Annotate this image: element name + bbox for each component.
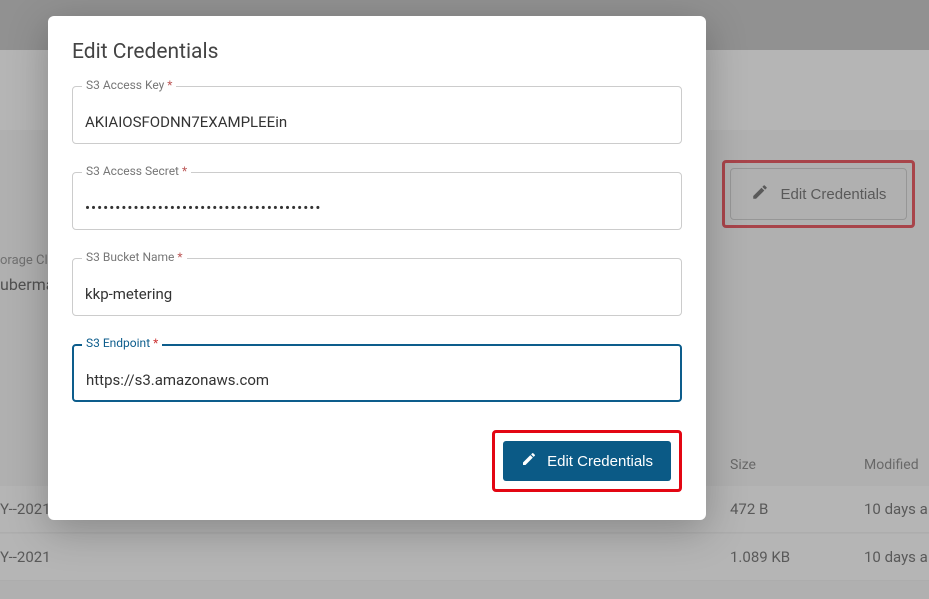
field-s3-bucket-name: S3 Bucket Name *: [72, 258, 682, 316]
label-s3-endpoint: S3 Endpoint *: [82, 336, 162, 350]
s3-access-secret-input[interactable]: [72, 172, 682, 230]
s3-bucket-name-input[interactable]: [72, 258, 682, 316]
field-s3-access-key: S3 Access Key *: [72, 86, 682, 144]
modal-title: Edit Credentials: [72, 40, 682, 64]
label-s3-access-secret: S3 Access Secret *: [82, 164, 191, 178]
submit-highlight: Edit Credentials: [492, 430, 682, 492]
s3-endpoint-input[interactable]: [72, 344, 682, 402]
edit-credentials-modal: Edit Credentials S3 Access Key * S3 Acce…: [48, 16, 706, 520]
modal-actions: Edit Credentials: [72, 430, 682, 492]
submit-edit-credentials-button[interactable]: Edit Credentials: [503, 441, 671, 481]
pencil-icon: [521, 451, 537, 471]
label-s3-bucket-name: S3 Bucket Name *: [82, 250, 187, 264]
submit-button-label: Edit Credentials: [547, 453, 653, 470]
label-s3-access-key: S3 Access Key *: [82, 78, 176, 92]
s3-access-key-input[interactable]: [72, 86, 682, 144]
field-s3-endpoint: S3 Endpoint *: [72, 344, 682, 402]
field-s3-access-secret: S3 Access Secret *: [72, 172, 682, 230]
